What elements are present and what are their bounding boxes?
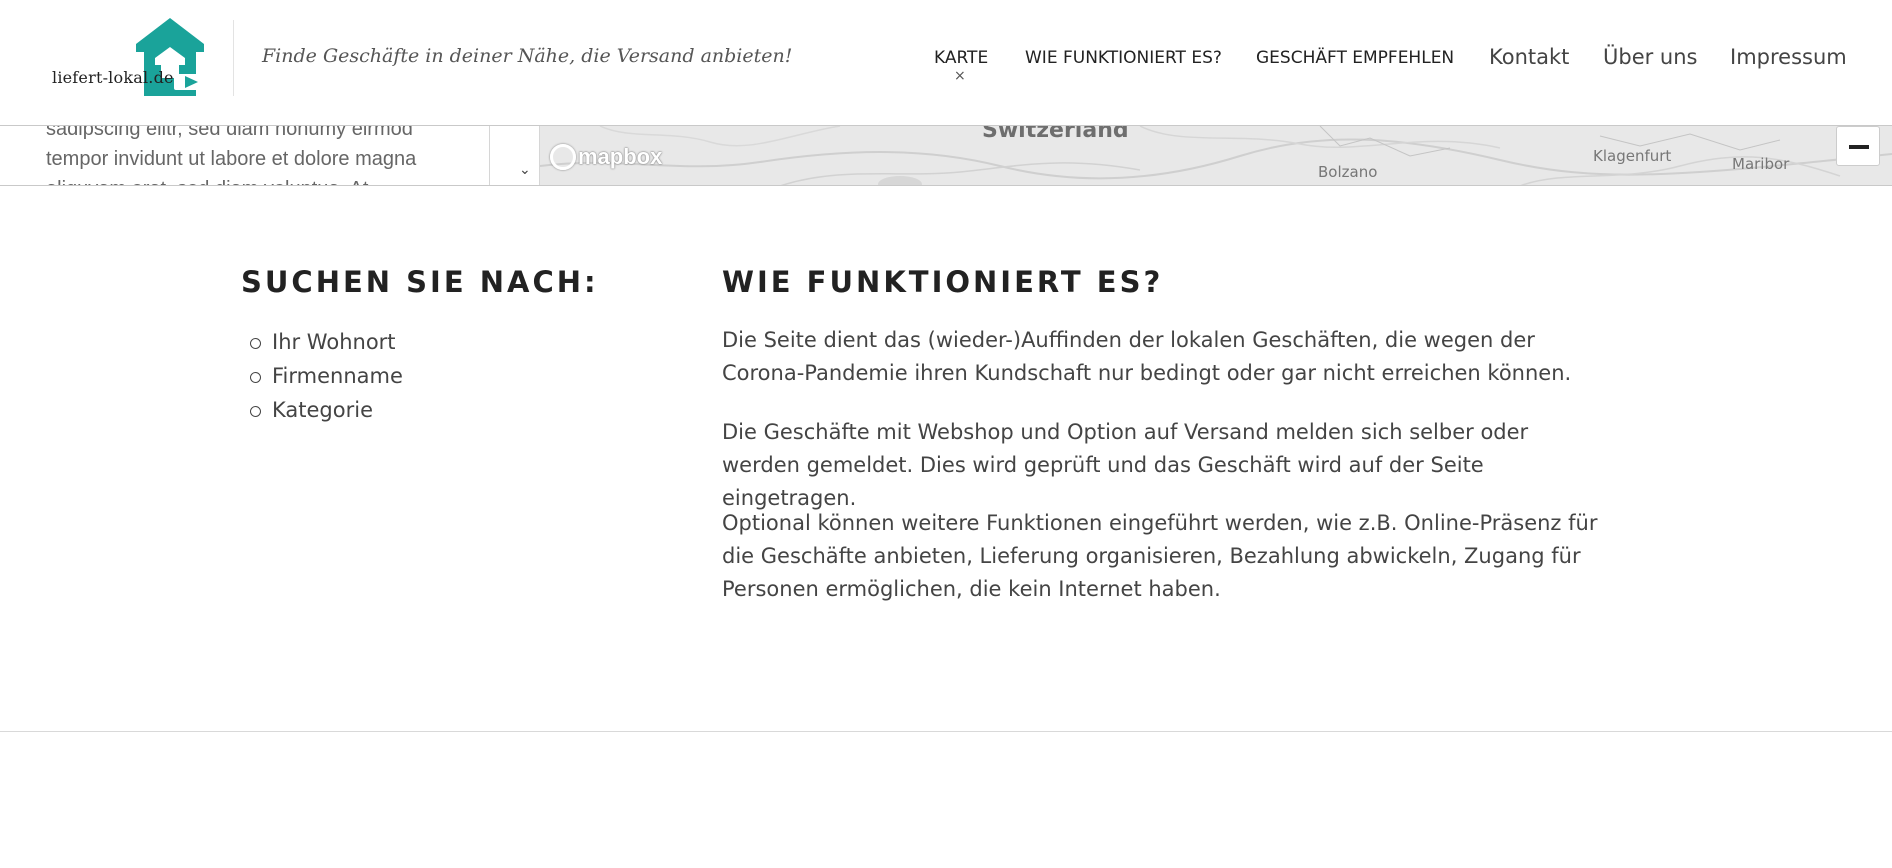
- how-it-works-title: WIE FUNKTIONIERT ES?: [722, 265, 1164, 299]
- map-section: sadipscing elitr, sed diam nonumy eirmod…: [0, 126, 1892, 186]
- house-icon: [136, 18, 204, 96]
- map-label-switzerland: Switzerland: [982, 126, 1129, 143]
- shop-description: sadipscing elitr, sed diam nonumy eirmod…: [46, 126, 417, 185]
- map-view[interactable]: Switzerland Bolzano Klagenfurt Maribor m…: [540, 126, 1892, 185]
- map-label-maribor: Maribor: [1732, 155, 1790, 173]
- header-divider: [233, 20, 234, 96]
- mapbox-logo[interactable]: mapbox: [550, 144, 662, 170]
- how-it-works-paragraph: Die Geschäfte mit Webshop und Option auf…: [722, 420, 1529, 510]
- logo-text: liefert-lokal.de: [52, 68, 174, 87]
- nav-item-geschaeft-empfehlen[interactable]: GESCHÄFT EMPFEHLEN: [1256, 48, 1454, 68]
- site-tagline: Finde Geschäfte in deiner Nähe, die Vers…: [262, 45, 793, 67]
- nav-item-impressum[interactable]: Impressum: [1730, 45, 1847, 69]
- list-item: Kategorie: [250, 393, 403, 427]
- search-criteria-list: Ihr Wohnort Firmenname Kategorie: [250, 325, 403, 427]
- how-it-works-paragraph: Optional können weitere Funktionen einge…: [722, 511, 1598, 601]
- zoom-out-button[interactable]: [1836, 126, 1880, 166]
- mapbox-attribution: mapbox: [578, 144, 663, 169]
- footer-divider: [0, 731, 1892, 732]
- nav-item-kontakt[interactable]: Kontakt: [1489, 45, 1569, 69]
- nav-item-ueber-uns[interactable]: Über uns: [1603, 45, 1698, 69]
- search-section-title: SUCHEN SIE NACH:: [241, 265, 599, 299]
- map-terrain: [540, 126, 1892, 185]
- close-icon[interactable]: ×: [954, 68, 966, 84]
- mapbox-icon: [550, 144, 576, 170]
- site-logo[interactable]: liefert-lokal.de: [52, 18, 207, 100]
- nav-item-wie-funktioniert-es[interactable]: WIE FUNKTIONIERT ES?: [1025, 48, 1222, 68]
- list-item: Ihr Wohnort: [250, 325, 403, 359]
- chevron-down-icon[interactable]: ⌄: [519, 162, 531, 178]
- nav-item-karte[interactable]: KARTE: [934, 48, 988, 68]
- site-header: liefert-lokal.de Finde Geschäfte in dein…: [0, 0, 1892, 126]
- how-it-works-paragraph: Die Seite dient das (wieder-)Auffinden d…: [722, 328, 1572, 385]
- map-label-bolzano: Bolzano: [1318, 163, 1378, 181]
- list-item: Firmenname: [250, 359, 403, 393]
- map-label-klagenfurt: Klagenfurt: [1593, 147, 1672, 165]
- shop-info-panel[interactable]: sadipscing elitr, sed diam nonumy eirmod…: [0, 126, 490, 185]
- panel-scrollbar[interactable]: ⌄: [513, 126, 540, 185]
